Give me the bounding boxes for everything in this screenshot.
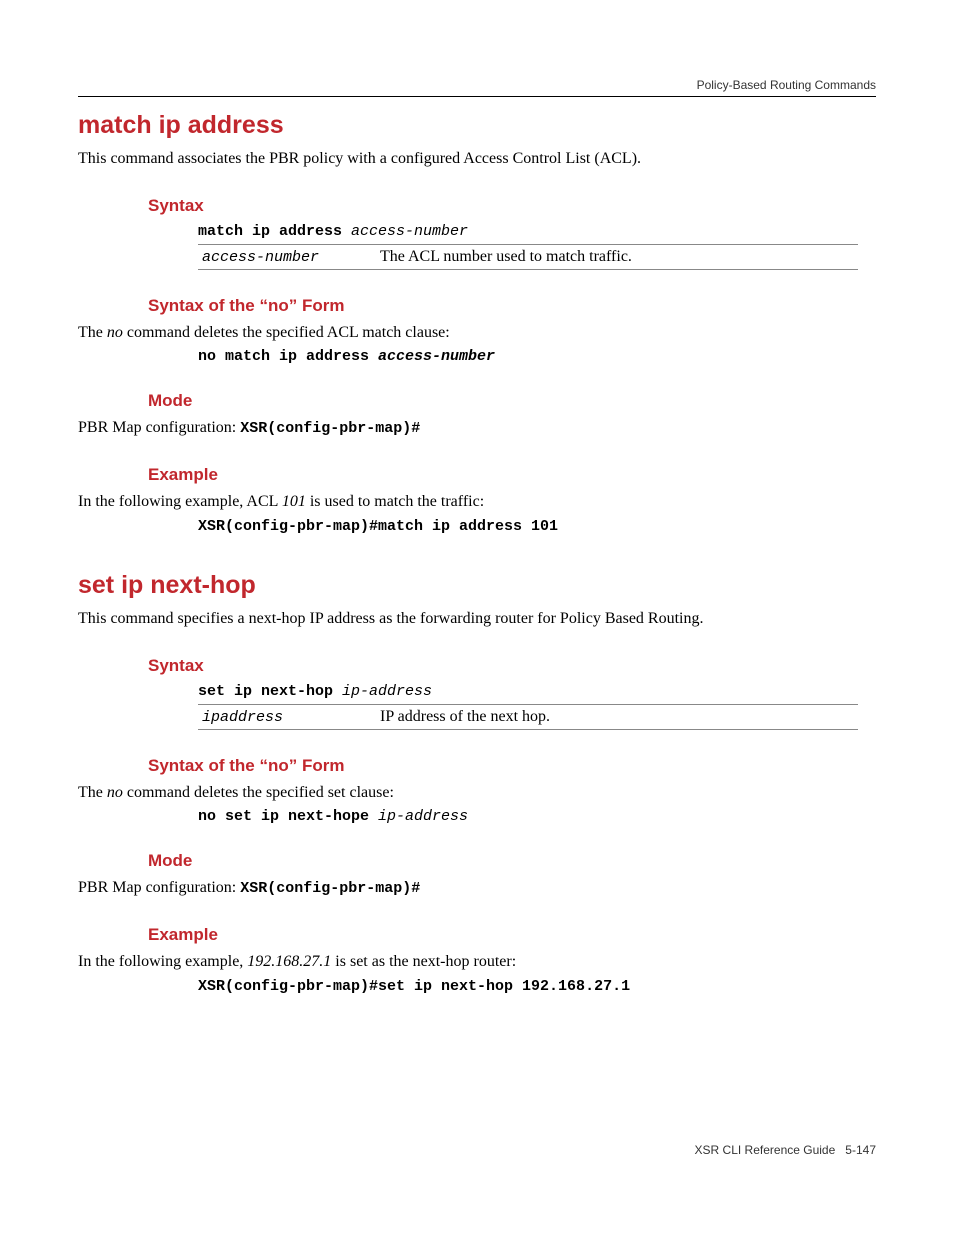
example-command-line: XSR(config-pbr-map)#set ip next-hop 192.… [198,977,876,995]
param-description: IP address of the next hop. [376,704,858,729]
syntax-heading: Syntax [148,656,876,676]
example-paragraph: In the following example, 192.168.27.1 i… [78,951,876,973]
syntax-argument: access-number [351,223,468,240]
command-title-set-ip-next-hop: set ip next-hop [78,571,876,600]
example-value: 101 [282,493,306,510]
mode-heading: Mode [148,851,876,871]
text-fragment: In the following example, ACL [78,493,282,510]
text-fragment: is used to match the traffic: [306,493,484,510]
example-command: XSR(config-pbr-map)#set ip next-hop 192.… [198,978,630,995]
param-description: The ACL number used to match traffic. [376,244,858,269]
table-row: ipaddress IP address of the next hop. [198,704,858,729]
example-heading: Example [148,465,876,485]
no-keyword: no [107,324,123,341]
text-fragment: command deletes the specified set clause… [123,784,394,801]
no-keyword: no [107,784,123,801]
table-row: access-number The ACL number used to mat… [198,244,858,269]
no-form-argument: access-number [378,348,495,365]
no-form-paragraph: The no command deletes the specified ACL… [78,322,876,344]
syntax-argument: ip-address [342,683,432,700]
top-rule [78,96,876,97]
no-form-heading: Syntax of the “no” Form [148,296,876,316]
mode-prompt: XSR(config-pbr-map)# [240,880,420,897]
example-command-line: XSR(config-pbr-map)#match ip address 101 [198,517,876,535]
mode-paragraph: PBR Map configuration: XSR(config-pbr-ma… [78,877,876,899]
example-command: XSR(config-pbr-map)#match ip address 101 [198,518,558,535]
no-form-syntax: no match ip address access-number [198,347,876,365]
no-form-command: no set ip next-hope [198,808,378,825]
syntax-command: set ip next-hop [198,683,342,700]
text-fragment: The [78,784,107,801]
example-heading: Example [148,925,876,945]
intro-paragraph: This command associates the PBR policy w… [78,148,876,170]
parameter-table: access-number The ACL number used to mat… [198,244,858,270]
command-title-match-ip-address: match ip address [78,111,876,140]
syntax-line: set ip next-hop ip-address [198,682,876,700]
example-paragraph: In the following example, ACL 101 is use… [78,491,876,513]
text-fragment: In the following example, [78,953,247,970]
mode-prompt: XSR(config-pbr-map)# [240,420,420,437]
page-footer: XSR CLI Reference Guide 5-147 [695,1143,876,1157]
text-fragment: PBR Map configuration: [78,419,240,436]
no-form-paragraph: The no command deletes the specified set… [78,782,876,804]
page: Policy-Based Routing Commands match ip a… [0,0,954,1235]
syntax-command: match ip address [198,223,351,240]
intro-paragraph: This command specifies a next-hop IP add… [78,608,876,630]
mode-heading: Mode [148,391,876,411]
example-value: 192.168.27.1 [247,953,331,970]
text-fragment: is set as the next-hop router: [331,953,516,970]
no-form-syntax: no set ip next-hope ip-address [198,807,876,825]
mode-paragraph: PBR Map configuration: XSR(config-pbr-ma… [78,417,876,439]
param-name: ipaddress [202,709,283,726]
no-form-command: no match ip address [198,348,378,365]
syntax-heading: Syntax [148,196,876,216]
footer-doc-title: XSR CLI Reference Guide [695,1143,836,1157]
parameter-table: ipaddress IP address of the next hop. [198,704,858,730]
syntax-line: match ip address access-number [198,222,876,240]
footer-page-number: 5-147 [845,1143,876,1157]
text-fragment: The [78,324,107,341]
param-name: access-number [202,249,319,266]
no-form-heading: Syntax of the “no” Form [148,756,876,776]
no-form-argument: ip-address [378,808,468,825]
running-header: Policy-Based Routing Commands [78,78,876,92]
text-fragment: command deletes the specified ACL match … [123,324,450,341]
text-fragment: PBR Map configuration: [78,879,240,896]
